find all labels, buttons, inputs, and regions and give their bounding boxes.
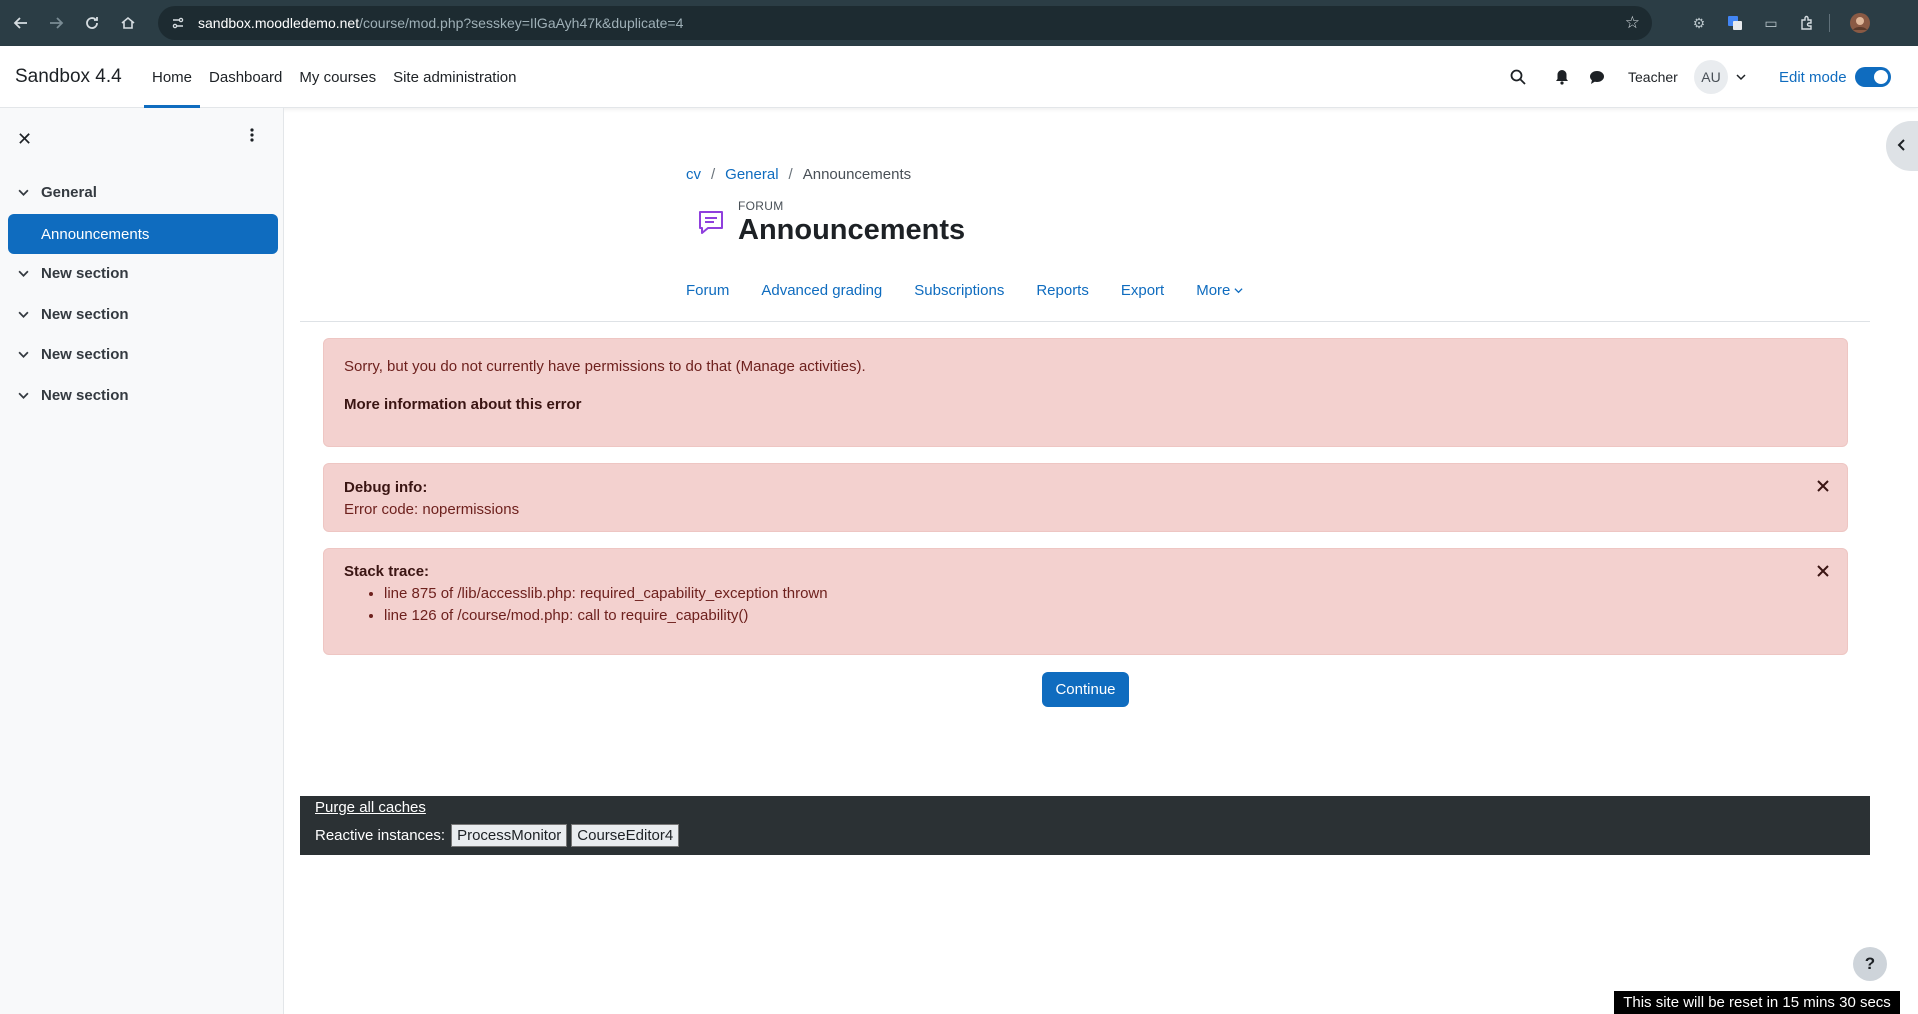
extension-gear-icon[interactable]: ⚙ xyxy=(1688,12,1710,34)
stack-trace-alert: Stack trace: line 875 of /lib/accesslib.… xyxy=(323,548,1848,655)
page-title: Announcements xyxy=(738,214,966,246)
close-icon[interactable] xyxy=(1817,479,1829,497)
chevron-down-icon[interactable] xyxy=(18,349,32,360)
url-path: /course/mod.php?sesskey=IlGaAyh47k&dupli… xyxy=(359,15,684,31)
edit-mode-toggle[interactable] xyxy=(1855,46,1891,108)
section-new-3[interactable]: New section xyxy=(18,346,129,363)
reactive-label: Reactive instances: xyxy=(315,827,446,844)
tab-forum[interactable]: Forum xyxy=(686,282,729,299)
help-button[interactable]: ? xyxy=(1853,947,1887,981)
block-drawer-toggle[interactable] xyxy=(1886,121,1918,171)
chevron-down-icon[interactable] xyxy=(18,390,32,401)
breadcrumb-separator: / xyxy=(711,166,716,183)
edit-mode-label[interactable]: Edit mode xyxy=(1779,46,1847,108)
breadcrumb-current: Announcements xyxy=(802,166,912,183)
chevron-down-icon[interactable] xyxy=(18,268,32,279)
reactive-instances: Reactive instances: ProcessMonitor Cours… xyxy=(315,824,680,847)
purge-caches-link[interactable]: Purge all caches xyxy=(315,799,426,816)
url-host: sandbox.moodledemo.net xyxy=(198,15,360,31)
continue-button[interactable]: Continue xyxy=(1042,672,1129,707)
breadcrumb: cv / General / Announcements xyxy=(686,166,911,183)
chevron-left-icon[interactable] xyxy=(1897,138,1907,155)
stack-line: line 126 of /course/mod.php: call to req… xyxy=(384,607,828,624)
tab-advanced-grading[interactable]: Advanced grading xyxy=(761,282,882,299)
section-new-1[interactable]: New section xyxy=(18,265,129,282)
role-label: Teacher xyxy=(1628,69,1678,85)
close-icon[interactable] xyxy=(1817,564,1829,582)
drawer-item-announcements[interactable]: Announcements xyxy=(8,214,278,254)
chevron-down-icon[interactable] xyxy=(18,309,32,320)
home-icon[interactable] xyxy=(112,7,144,39)
tab-subscriptions[interactable]: Subscriptions xyxy=(914,282,1004,299)
translate-icon[interactable] xyxy=(1724,12,1746,34)
tab-export[interactable]: Export xyxy=(1121,282,1164,299)
nav-my-courses[interactable]: My courses xyxy=(291,46,384,108)
section-label: New section xyxy=(41,387,129,404)
process-monitor-button[interactable]: ProcessMonitor xyxy=(451,824,568,847)
moodle-navbar: Sandbox 4.4 Home Dashboard My courses Si… xyxy=(0,46,1918,108)
browser-toolbar: sandbox.moodledemo.net/course/mod.php?se… xyxy=(0,0,1918,46)
section-new-4[interactable]: New section xyxy=(18,387,129,404)
messages-icon[interactable] xyxy=(1583,46,1611,108)
back-icon[interactable] xyxy=(5,7,37,39)
tab-more-label: More xyxy=(1196,282,1231,299)
nav-home[interactable]: Home xyxy=(144,46,201,108)
secondary-navigation: Forum Advanced grading Subscriptions Rep… xyxy=(686,282,1275,299)
course-index-drawer: ✕ General Announcements New section New … xyxy=(0,108,284,1014)
address-bar[interactable]: sandbox.moodledemo.net/course/mod.php?se… xyxy=(158,6,1652,40)
stack-heading: Stack trace: xyxy=(344,563,430,580)
debug-footer: Purge all caches Reactive instances: Pro… xyxy=(300,796,1870,855)
close-drawer-icon[interactable]: ✕ xyxy=(17,129,32,150)
reload-icon[interactable] xyxy=(76,7,108,39)
kebab-menu-icon[interactable] xyxy=(250,128,254,146)
section-label: General xyxy=(41,184,97,201)
error-alert: Sorry, but you do not currently have per… xyxy=(323,338,1848,447)
section-label: New section xyxy=(41,265,129,282)
activity-type-label: FORUM xyxy=(738,199,784,213)
chevron-down-icon[interactable] xyxy=(1736,69,1746,86)
error-code: Error code: nopermissions xyxy=(344,501,520,518)
forward-icon[interactable] xyxy=(40,7,72,39)
section-label: New section xyxy=(41,306,129,323)
search-icon[interactable] xyxy=(1504,46,1532,108)
chevron-down-icon[interactable] xyxy=(18,187,32,198)
cast-icon[interactable]: ▭ xyxy=(1760,12,1782,34)
tab-more[interactable]: More xyxy=(1196,282,1243,299)
primary-navigation: Home Dashboard My courses Site administr… xyxy=(144,46,526,108)
section-new-2[interactable]: New section xyxy=(18,306,129,323)
debug-heading: Debug info: xyxy=(344,479,428,496)
chevron-down-icon xyxy=(1234,282,1243,299)
profile-avatar-icon[interactable] xyxy=(1849,12,1871,34)
nav-dashboard[interactable]: Dashboard xyxy=(201,46,290,108)
section-general[interactable]: General xyxy=(18,184,97,201)
extensions-puzzle-icon[interactable] xyxy=(1796,12,1818,34)
error-message: Sorry, but you do not currently have per… xyxy=(344,358,866,375)
breadcrumb-general[interactable]: General xyxy=(725,166,778,183)
stack-line: line 875 of /lib/accesslib.php: required… xyxy=(384,585,828,602)
reset-banner: This site will be reset in 15 mins 30 se… xyxy=(1614,991,1900,1014)
stack-trace-list: line 875 of /lib/accesslib.php: required… xyxy=(384,585,828,624)
header-divider xyxy=(300,321,1870,322)
more-info-link[interactable]: More information about this error xyxy=(344,396,582,413)
notifications-bell-icon[interactable] xyxy=(1548,46,1576,108)
breadcrumb-separator: / xyxy=(788,166,793,183)
toolbar-divider xyxy=(1829,14,1830,32)
avatar[interactable]: AU xyxy=(1694,60,1728,94)
section-label: New section xyxy=(41,346,129,363)
site-info-icon[interactable] xyxy=(170,15,186,31)
nav-site-administration[interactable]: Site administration xyxy=(385,46,524,108)
tab-reports[interactable]: Reports xyxy=(1036,282,1089,299)
breadcrumb-cv[interactable]: cv xyxy=(686,166,701,183)
debug-info-alert: Debug info: Error code: nopermissions xyxy=(323,463,1848,532)
user-menu[interactable]: AU xyxy=(1694,46,1746,108)
course-editor-button[interactable]: CourseEditor4 xyxy=(571,824,680,847)
bookmark-star-icon[interactable]: ☆ xyxy=(1625,13,1640,33)
site-brand[interactable]: Sandbox 4.4 xyxy=(15,66,122,88)
forum-icon xyxy=(696,208,726,238)
